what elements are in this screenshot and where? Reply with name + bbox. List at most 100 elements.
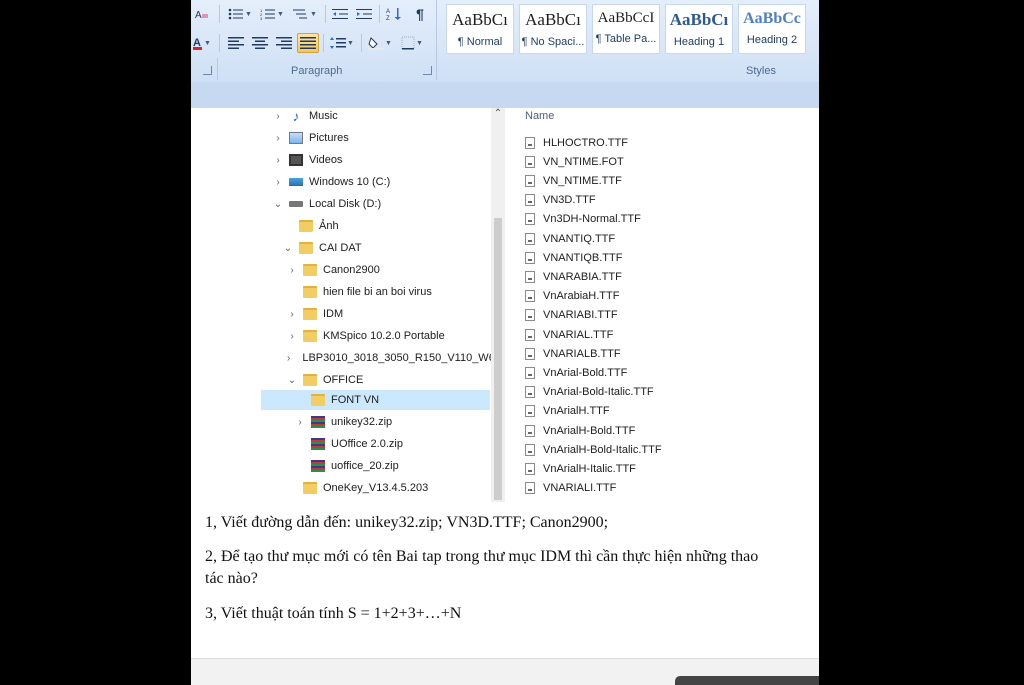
file-row[interactable]: VnArialH-Bold.TTF	[525, 421, 635, 440]
file-name: VnArial-Bold.TTF	[543, 366, 628, 379]
tree-item-onekey[interactable]: OneKey_V13.4.5.203	[303, 478, 428, 498]
file-row[interactable]: VNARIALI.TTF	[525, 478, 616, 497]
document-body[interactable]: 1, Viết đường dẫn đến: unikey32.zip; VN3…	[191, 508, 819, 658]
file-row[interactable]: VN_NTIME.FOT	[525, 152, 624, 171]
style-no-spacing[interactable]: AaBbCı ¶ No Spaci...	[519, 4, 587, 54]
tree-item-unikey32-zip[interactable]: › unikey32.zip	[295, 412, 392, 432]
expand-chevron-icon[interactable]: ›	[273, 177, 283, 188]
tree-item-anh[interactable]: Ảnh	[299, 216, 339, 236]
collapse-chevron-icon[interactable]: ⌄	[287, 375, 297, 386]
shading-button[interactable]: ▼	[365, 33, 395, 53]
collapse-chevron-icon[interactable]: ⌄	[283, 243, 293, 254]
question-1: 1, Viết đường dẫn đến: unikey32.zip; VN3…	[205, 514, 609, 531]
style-normal[interactable]: AaBbCı ¶ Normal	[446, 4, 514, 54]
numbering-button[interactable]: 1 2 3 ▼	[257, 4, 287, 24]
file-row[interactable]: VNARIALB.TTF	[525, 344, 621, 363]
style-name: ¶ Table Pa...	[595, 33, 657, 45]
file-row[interactable]: HLHOCTRO.TTF	[525, 133, 628, 152]
tree-item-local-disk-d[interactable]: ⌄ Local Disk (D:)	[273, 194, 381, 214]
expand-chevron-icon[interactable]: ›	[287, 309, 297, 320]
increase-indent-button[interactable]	[353, 4, 375, 24]
font-file-icon	[525, 481, 535, 494]
expand-chevron-icon[interactable]: ›	[295, 417, 305, 428]
tree-item-pictures[interactable]: › Pictures	[273, 128, 349, 148]
style-heading-1[interactable]: AaBbCı Heading 1	[665, 4, 733, 54]
align-center-button[interactable]	[249, 33, 271, 53]
expand-chevron-icon[interactable]: ›	[273, 155, 283, 166]
file-row[interactable]: VN3D.TTF	[525, 190, 596, 209]
folder-icon	[299, 242, 313, 254]
style-heading-2[interactable]: AaBbCc Heading 2	[738, 4, 806, 54]
file-row[interactable]: VnArialH.TTF	[525, 401, 610, 420]
tree-item-hien-file[interactable]: hien file bi an boi virus	[303, 282, 432, 302]
font-file-icon	[525, 462, 535, 475]
file-row[interactable]: VNARIABI.TTF	[525, 305, 618, 324]
folder-icon	[303, 264, 317, 276]
clear-formatting-button[interactable]: A	[191, 4, 213, 24]
paragraph-dialog-launcher[interactable]	[423, 66, 432, 75]
style-name: Heading 2	[746, 34, 798, 46]
tree-item-videos[interactable]: › Videos	[273, 150, 342, 170]
horizontal-scroll-thumb[interactable]	[675, 676, 819, 685]
expand-chevron-icon[interactable]: ›	[287, 353, 290, 364]
file-row[interactable]: VNARIAL.TTF	[525, 325, 613, 344]
file-row[interactable]: VnArialH-Bold-Italic.TTF	[525, 440, 662, 459]
font-color-button[interactable]: A ▼	[191, 33, 213, 53]
file-name: VnArialH-Bold.TTF	[543, 424, 636, 437]
tree-item-font-vn[interactable]: FONT VN	[311, 390, 379, 410]
show-marks-button[interactable]: ¶	[409, 4, 431, 24]
tree-item-office[interactable]: ⌄ OFFICE	[287, 370, 363, 390]
bullets-button[interactable]: ▼	[225, 4, 255, 24]
decrease-indent-button[interactable]	[329, 4, 351, 24]
tree-item-cai-dat[interactable]: ⌄ CAI DAT	[283, 238, 362, 258]
zip-icon	[311, 460, 325, 472]
tree-item-windows-c[interactable]: › Windows 10 (C:)	[273, 172, 390, 192]
style-table-paragraph[interactable]: AaBbCcI ¶ Table Pa...	[592, 4, 660, 54]
file-row[interactable]: VnArial-Bold-Italic.TTF	[525, 382, 654, 401]
align-right-button[interactable]	[273, 33, 295, 53]
align-left-button[interactable]	[225, 33, 247, 53]
scroll-up-icon[interactable]: ⌃	[491, 108, 505, 119]
file-row[interactable]: VNARABIA.TTF	[525, 267, 622, 286]
tree-item-label: Canon2900	[323, 264, 380, 276]
tree-item-uoffice-zip[interactable]: UOffice 2.0.zip	[311, 434, 403, 454]
collapse-chevron-icon[interactable]: ⌄	[273, 199, 283, 210]
font-file-icon	[525, 424, 535, 437]
file-row[interactable]: VN_NTIME.TTF	[525, 171, 622, 190]
tree-item-label: OneKey_V13.4.5.203	[323, 482, 429, 494]
word-window: A ▼ 1 2 3 ▼ ▼ AZ ¶ A ▼ ▼ ▼ ▼ Paragraph S…	[191, 0, 819, 685]
font-dialog-launcher[interactable]	[203, 66, 212, 75]
expand-chevron-icon[interactable]: ›	[287, 331, 297, 342]
tree-item-label: Videos	[309, 154, 343, 166]
tree-item-label: Local Disk (D:)	[309, 198, 382, 210]
file-row[interactable]: VnArialH-Italic.TTF	[525, 459, 636, 478]
ribbon: A ▼ 1 2 3 ▼ ▼ AZ ¶ A ▼ ▼ ▼ ▼ Paragraph S…	[191, 0, 819, 83]
column-header-name[interactable]: Name	[525, 110, 554, 122]
align-left-icon	[228, 37, 244, 49]
font-file-icon	[525, 270, 535, 283]
tree-item-canon2900[interactable]: › Canon2900	[287, 260, 380, 280]
tree-item-music[interactable]: › ♪ Music	[273, 106, 337, 126]
file-row[interactable]: VnArabiaH.TTF	[525, 286, 619, 305]
tree-scrollbar[interactable]: ⌃	[491, 108, 505, 502]
tree-item-uoffice20-zip[interactable]: uoffice_20.zip	[311, 456, 399, 476]
file-row[interactable]: Vn3DH-Normal.TTF	[525, 209, 641, 228]
file-row[interactable]: VNANTIQ.TTF	[525, 229, 615, 248]
tree-item-lbp3010[interactable]: › LBP3010_3018_3050_R150_V110_W6	[287, 348, 491, 368]
zip-icon	[311, 416, 325, 428]
justify-button[interactable]	[297, 33, 319, 53]
expand-chevron-icon[interactable]: ›	[273, 133, 283, 144]
tree-item-kmspico[interactable]: › KMSpico 10.2.0 Portable	[287, 326, 445, 346]
file-row[interactable]: VNANTIQB.TTF	[525, 248, 622, 267]
expand-chevron-icon[interactable]: ›	[287, 265, 297, 276]
style-sample: AaBbCc	[743, 10, 801, 27]
expand-chevron-icon[interactable]: ›	[273, 111, 283, 122]
tree-item-idm[interactable]: › IDM	[287, 304, 343, 324]
scrollbar-thumb[interactable]	[494, 218, 502, 500]
font-file-icon	[525, 366, 535, 379]
line-spacing-button[interactable]: ▼	[327, 33, 357, 53]
borders-button[interactable]: ▼	[397, 33, 427, 53]
multilevel-list-button[interactable]: ▼	[289, 4, 321, 24]
sort-button[interactable]: AZ	[383, 4, 405, 24]
file-row[interactable]: VnArial-Bold.TTF	[525, 363, 627, 382]
